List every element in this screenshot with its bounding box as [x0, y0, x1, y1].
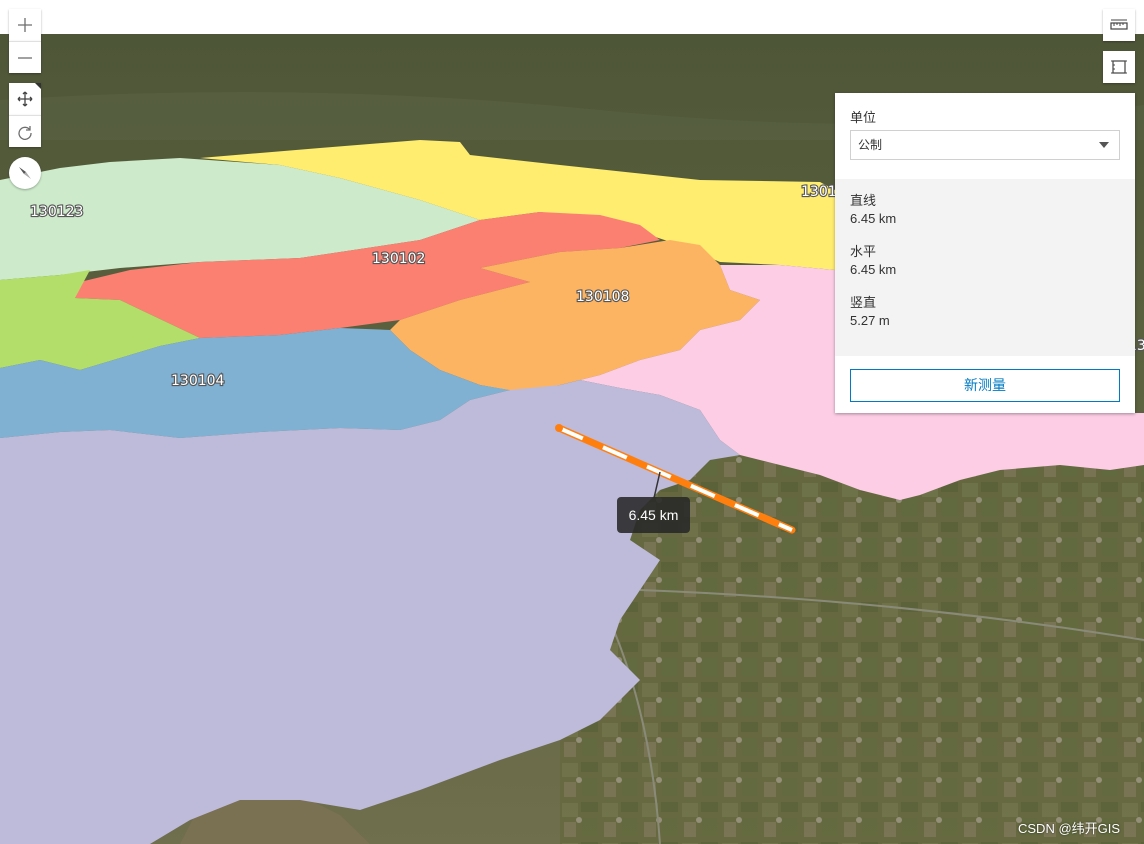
sky	[0, 0, 1144, 36]
vertical-distance-label: 竖直	[850, 295, 877, 310]
zoom-out-button[interactable]	[9, 41, 41, 73]
direct-distance-value: 6.45 km	[850, 211, 897, 226]
region-label-130123: 130123	[30, 204, 83, 220]
active-indicator	[35, 83, 41, 89]
pan-mode-button[interactable]	[9, 83, 41, 115]
watermark: CSDN @纬开GIS	[1018, 821, 1121, 836]
zoom-in-button[interactable]	[9, 9, 41, 41]
distance-tooltip: 6.45 km	[617, 497, 690, 533]
unit-label: 单位	[850, 110, 877, 125]
plus-icon	[18, 18, 32, 32]
direct-distance-label: 直线	[850, 193, 877, 208]
minus-icon	[18, 56, 32, 59]
ruler-area-icon	[1111, 60, 1127, 74]
rotate-icon	[18, 125, 32, 140]
compass-icon	[19, 167, 31, 179]
region-label-130108: 130108	[576, 289, 629, 305]
horizontal-distance-label: 水平	[850, 244, 877, 259]
ruler-distance-icon	[1110, 19, 1128, 30]
unit-select[interactable]: 公制	[850, 130, 1120, 160]
horizontal-distance-value: 6.45 km	[850, 262, 897, 277]
distance-measure-button[interactable]	[1103, 9, 1135, 41]
unit-section: 单位 公制	[835, 93, 1135, 179]
move-arrows-icon	[17, 91, 33, 107]
measurement-panel: 单位 公制 直线 6.45 km 水平 6.45 km 竖直 5.27 m 新测…	[835, 93, 1135, 413]
vertical-distance-value: 5.27 m	[850, 313, 890, 328]
measurement-results: 直线 6.45 km 水平 6.45 km 竖直 5.27 m	[835, 179, 1135, 356]
region-label-130102: 130102	[372, 251, 425, 267]
unit-selected-value: 公制	[858, 138, 883, 152]
rotate-mode-button[interactable]	[9, 115, 41, 147]
chevron-down-icon	[1099, 142, 1109, 148]
compass-button[interactable]	[9, 157, 41, 189]
region-label-130104: 130104	[171, 373, 225, 389]
measure-start-point[interactable]	[555, 424, 563, 432]
area-measure-button[interactable]	[1103, 51, 1135, 83]
new-measurement-button[interactable]: 新测量	[850, 369, 1120, 402]
